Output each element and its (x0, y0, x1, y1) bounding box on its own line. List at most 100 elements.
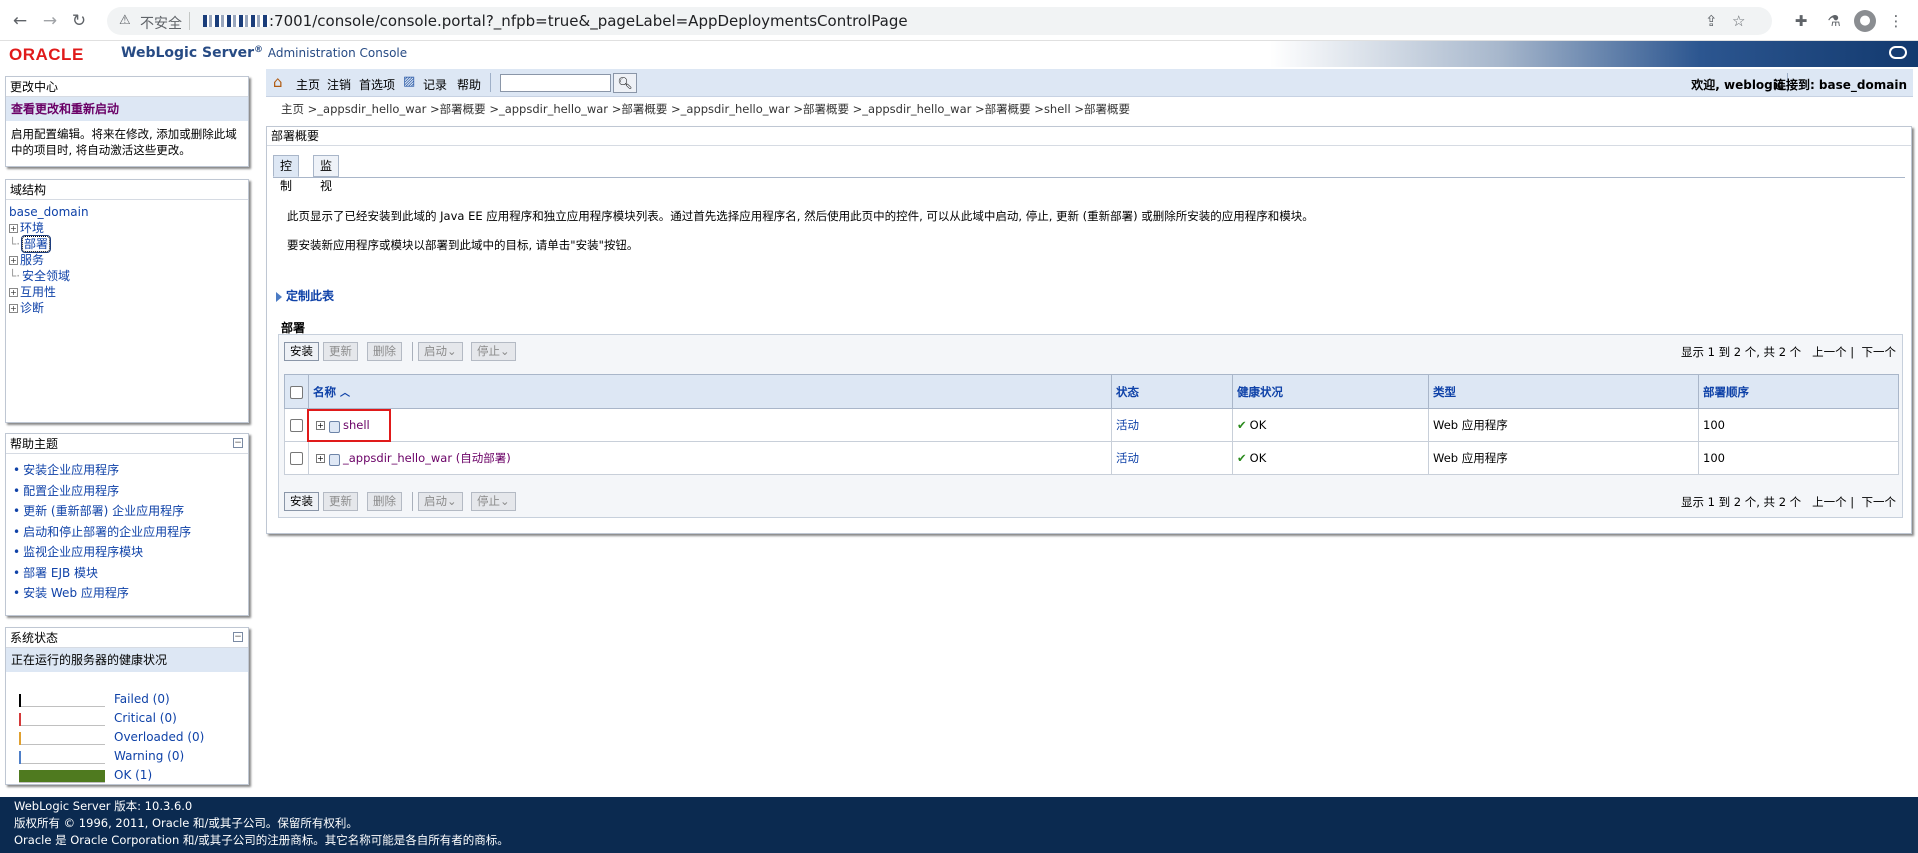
customize-table-label: 定制此表 (286, 289, 335, 303)
expand-plus-icon[interactable]: + (9, 288, 18, 297)
install-button[interactable]: 安装 (284, 342, 319, 361)
update-button[interactable]: 更新 (323, 342, 358, 361)
record-link[interactable]: 记录 (423, 76, 447, 93)
help-link-start-stop-app[interactable]: 启动和停止部署的企业应用程序 (13, 522, 243, 543)
redacted-host (203, 15, 269, 27)
help-link[interactable]: 帮助 (457, 76, 481, 93)
deployment-link-hello-war[interactable]: _appsdir_hello_war (自动部署) (343, 451, 511, 465)
customize-table-link[interactable]: 定制此表 (276, 287, 334, 304)
state-link[interactable]: 活动 (1116, 451, 1139, 465)
row-checkbox[interactable] (290, 419, 303, 432)
column-header-health[interactable]: 健康状况 (1232, 374, 1429, 409)
bookmark-star-icon[interactable]: ☆ (1732, 12, 1745, 30)
chevron-down-icon: ⌄ (500, 344, 510, 358)
address-bar[interactable]: ⚠ 不安全 :7001/console/console.portal?_nfpb… (107, 7, 1772, 35)
forward-arrow-icon[interactable]: → (38, 9, 62, 33)
home-link[interactable]: 主页 (296, 76, 320, 93)
footer: WebLogic Server 版本: 10.3.6.0 版权所有 © 1996… (0, 797, 1918, 853)
update-button[interactable]: 更新 (323, 492, 358, 511)
help-link-deploy-ejb[interactable]: 部署 EJB 模块 (13, 563, 243, 584)
pager-prev-link[interactable]: 上一个 (1812, 345, 1847, 359)
start-dropdown-button[interactable]: 启动⌄ (418, 342, 463, 361)
sort-ascending-icon[interactable]: ︿ (340, 388, 350, 399)
pager-summary: 显示 1 到 2 个, 共 2 个 (1680, 495, 1802, 509)
start-dropdown-button[interactable]: 启动⌄ (418, 492, 463, 511)
home-icon[interactable]: ⌂ (273, 73, 283, 91)
search-button[interactable]: 🔍︎ (613, 73, 637, 93)
tree-root-base-domain[interactable]: base_domain (9, 204, 245, 220)
tree-node-deployments[interactable]: └· 部署 (9, 235, 245, 253)
delete-button[interactable]: 删除 (367, 342, 402, 361)
install-button[interactable]: 安装 (284, 492, 319, 511)
order-cell: 100 (1698, 441, 1899, 475)
health-label[interactable]: Critical (0) (114, 711, 177, 725)
help-link-install-web-app[interactable]: 安装 Web 应用程序 (13, 583, 243, 604)
row-checkbox[interactable] (290, 452, 303, 465)
tree-node-services[interactable]: + 服务 (9, 252, 245, 268)
profile-avatar-icon[interactable]: ● (1854, 10, 1876, 32)
health-label[interactable]: Warning (0) (114, 749, 184, 763)
registered-mark: ® (254, 45, 263, 55)
extensions-puzzle-icon[interactable]: ✚ (1789, 9, 1813, 33)
tree-node-diagnostics[interactable]: + 诊断 (9, 300, 245, 316)
table-header-row: 名称 ︿ 状态 健康状况 类型 部署顺序 (284, 374, 1899, 409)
expand-plus-icon[interactable]: + (9, 256, 18, 265)
pager-next-link[interactable]: 下一个 (1862, 345, 1897, 359)
url-text[interactable]: :7001/console/console.portal?_nfpb=true&… (269, 12, 908, 30)
search-input[interactable] (500, 74, 611, 92)
help-link-install-enterprise-app[interactable]: 安装企业应用程序 (13, 460, 243, 481)
column-header-name[interactable]: 名称 ︿ (308, 374, 1112, 409)
health-label[interactable]: OK (1) (114, 768, 152, 782)
share-icon[interactable]: ⇪ (1705, 12, 1718, 30)
ok-check-icon: ✔ (1237, 451, 1247, 465)
help-topics-title: 帮助主题 (6, 434, 248, 454)
tree-node-security-realms[interactable]: └· 安全领域 (9, 268, 245, 284)
breadcrumb[interactable]: 主页 >_appsdir_hello_war >部署概要 >_appsdir_h… (281, 101, 1130, 117)
lab-flask-icon[interactable]: ⚗ (1822, 9, 1846, 33)
tree-node-label: 服务 (20, 253, 45, 267)
preferences-link[interactable]: 首选项 (359, 76, 395, 93)
expand-plus-icon[interactable]: + (9, 304, 18, 313)
health-label[interactable]: Overloaded (0) (114, 730, 204, 744)
select-all-checkbox[interactable] (290, 385, 303, 399)
collapse-minus-icon[interactable]: − (233, 632, 243, 642)
tree-connector: └· (9, 237, 21, 251)
chevron-down-icon: ⌄ (447, 494, 457, 508)
expand-plus-icon[interactable]: + (316, 454, 325, 463)
tree-node-interoperability[interactable]: + 互用性 (9, 284, 245, 300)
pager-prev-link[interactable]: 上一个 (1812, 495, 1847, 509)
view-changes-restarts-link[interactable]: 查看更改和重新启动 (11, 102, 119, 116)
stop-dropdown-button[interactable]: 停止⌄ (471, 342, 516, 361)
table-row: + _appsdir_hello_war (自动部署) 活动 ✔ OK Web 应用… (284, 441, 1899, 475)
record-icon[interactable]: ▨ (403, 74, 415, 89)
domain-structure-panel: 域结构 base_domain + 环境 └· 部署 + 服务 └· 安全领域 + 互用性… (5, 179, 249, 423)
tab-control[interactable]: 控制 (273, 155, 300, 193)
column-header-state[interactable]: 状态 (1111, 374, 1233, 409)
reload-icon[interactable]: ↻ (67, 9, 91, 33)
back-arrow-icon[interactable]: ← (8, 9, 32, 33)
column-header-type[interactable]: 类型 (1428, 374, 1699, 409)
deployment-summary-panel: 部署概要 控制 监视 此页显示了已经安装到此域的 Java EE 应用程序和独立… (266, 126, 1912, 534)
row-select-cell (284, 408, 309, 442)
expand-plus-icon[interactable]: + (9, 224, 18, 233)
delete-button[interactable]: 删除 (367, 492, 402, 511)
help-link-configure-enterprise-app[interactable]: 配置企业应用程序 (13, 481, 243, 502)
health-label[interactable]: Failed (0) (114, 692, 170, 706)
tree-node-environment[interactable]: + 环境 (9, 220, 245, 236)
help-link-monitor-modules[interactable]: 监视企业应用程序模块 (13, 542, 243, 563)
logout-link[interactable]: 注销 (327, 76, 351, 93)
change-center-description: 启用配置编辑。将来在修改, 添加或删除此域中的项目时, 将自动激活这些更改。 (11, 127, 237, 157)
collapse-minus-icon[interactable]: − (233, 438, 243, 448)
help-topics-panel: 帮助主题 − 安装企业应用程序 配置企业应用程序 更新 (重新部署) 企业应用程… (5, 433, 249, 616)
tree-node-label: 互用性 (20, 285, 57, 299)
pager-next-link[interactable]: 下一个 (1862, 495, 1897, 509)
browser-menu-icon[interactable]: ⋮ (1884, 9, 1908, 33)
console-header: ORACLE WebLogic Server® Administration C… (0, 41, 1918, 67)
help-oval-icon[interactable] (1889, 46, 1907, 59)
state-link[interactable]: 活动 (1116, 418, 1139, 432)
column-header-deployment-order[interactable]: 部署顺序 (1698, 374, 1899, 409)
help-link-update-enterprise-app[interactable]: 更新 (重新部署) 企业应用程序 (13, 501, 243, 522)
stop-dropdown-button[interactable]: 停止⌄ (471, 492, 516, 511)
system-status-panel: 系统状态 − 正在运行的服务器的健康状况 Failed (0) Critical… (5, 627, 249, 785)
tab-monitoring[interactable]: 监视 (313, 155, 340, 193)
